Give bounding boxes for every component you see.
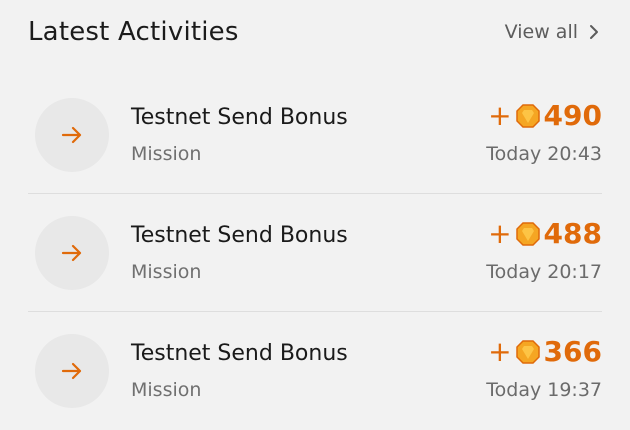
activity-title: Testnet Send Bonus bbox=[131, 105, 348, 130]
activity-subtitle: Mission bbox=[131, 379, 202, 401]
activity-time: Today 20:43 bbox=[486, 143, 602, 165]
reward-amount: + 366 bbox=[486, 336, 602, 368]
plus-sign: + bbox=[488, 217, 512, 250]
activity-reward: + 488 Today 20:17 bbox=[486, 218, 602, 284]
activity-reward: + 490 Today 20:43 bbox=[486, 100, 602, 166]
reward-value: 366 bbox=[543, 335, 602, 368]
activity-list: Testnet Send Bonus Mission + 490 Today 2… bbox=[28, 76, 602, 430]
activity-time: Today 19:37 bbox=[486, 379, 602, 401]
plus-sign: + bbox=[488, 99, 512, 132]
view-all-label: View all bbox=[504, 21, 578, 43]
activity-title: Testnet Send Bonus bbox=[131, 223, 348, 248]
gem-icon bbox=[515, 104, 540, 128]
activity-icon-button[interactable] bbox=[35, 98, 109, 172]
activity-text: Testnet Send Bonus Mission bbox=[131, 340, 348, 402]
section-title: Latest Activities bbox=[28, 17, 239, 47]
arrow-right-icon bbox=[61, 362, 82, 380]
reward-value: 488 bbox=[543, 217, 602, 250]
activity-reward: + 366 Today 19:37 bbox=[486, 336, 602, 402]
activity-text: Testnet Send Bonus Mission bbox=[131, 222, 348, 284]
chevron-right-icon bbox=[590, 25, 598, 39]
activity-subtitle: Mission bbox=[131, 143, 202, 165]
arrow-right-icon bbox=[61, 244, 82, 262]
activity-row[interactable]: Testnet Send Bonus Mission + 490 Today 2… bbox=[28, 76, 602, 194]
activity-row[interactable]: Testnet Send Bonus Mission + 366 Today 1… bbox=[28, 312, 602, 430]
view-all-link[interactable]: View all bbox=[505, 21, 602, 43]
activity-icon-button[interactable] bbox=[35, 334, 109, 408]
activity-row[interactable]: Testnet Send Bonus Mission + 488 Today 2… bbox=[28, 194, 602, 312]
reward-amount: + 488 bbox=[486, 218, 602, 250]
arrow-right-icon bbox=[61, 126, 82, 144]
gem-icon bbox=[515, 222, 540, 246]
latest-activities-panel: Latest Activities View all Testnet Send … bbox=[0, 0, 630, 427]
activity-text: Testnet Send Bonus Mission bbox=[131, 104, 348, 166]
activity-icon-button[interactable] bbox=[35, 216, 109, 290]
activity-time: Today 20:17 bbox=[486, 261, 602, 283]
panel-header: Latest Activities View all bbox=[28, 12, 602, 52]
activity-title: Testnet Send Bonus bbox=[131, 341, 348, 366]
activity-subtitle: Mission bbox=[131, 261, 202, 283]
gem-icon bbox=[515, 340, 540, 364]
plus-sign: + bbox=[488, 335, 512, 368]
reward-amount: + 490 bbox=[486, 100, 602, 132]
reward-value: 490 bbox=[543, 99, 602, 132]
